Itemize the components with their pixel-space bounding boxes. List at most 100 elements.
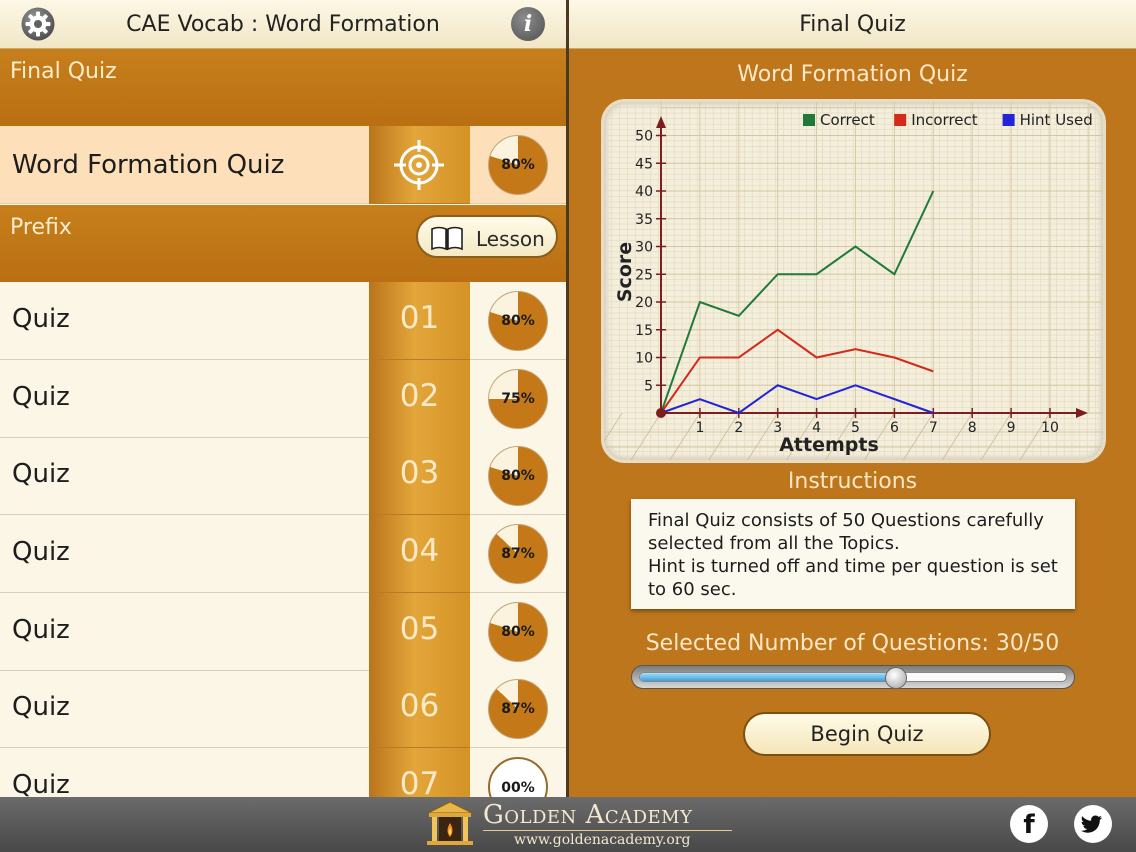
score-pie-label: 80% [501,313,535,329]
legend-swatch [803,114,815,126]
quiz-score-cell: 75% [470,360,566,438]
quiz-label: Quiz [12,304,70,334]
score-pie: 80% [488,135,548,195]
quiz-number: 02 [399,378,440,414]
y-tick-label: 25 [635,267,653,283]
panel-title: Final Quiz [799,12,906,37]
quiz-label: Quiz [12,770,70,797]
book-icon [431,226,463,251]
score-pie-label: 87% [501,546,535,562]
quiz-row-01[interactable]: Quiz 01 80% [0,282,566,360]
word-formation-quiz-label: Word Formation Quiz [12,150,285,180]
quiz-number: 05 [399,611,440,647]
begin-quiz-button[interactable]: Begin Quiz [743,712,991,756]
score-chart-svg: 51015202530354045501 2 3 4 5 6 7 8 9 10AttemptsSc… [604,102,1103,460]
brand-name: Golden Academy [483,800,693,830]
quiz-row-03[interactable]: Quiz 03 80% [0,437,566,515]
instructions-box: Final Quiz consists of 50 Questions care… [631,499,1075,609]
quiz-label: Quiz [12,615,70,645]
footer-bar: Golden Academy www.goldenacademy.org f [0,797,1136,852]
slider-track-inner [639,672,1067,682]
quiz-row-07[interactable]: Quiz 07 00% [0,748,566,797]
x-tick-label: 2 [734,420,743,436]
score-pie-label: 80% [501,157,535,173]
y-tick-label: 40 [635,184,653,200]
quiz-row-06[interactable]: Quiz 06 87% [0,670,566,748]
lesson-button[interactable]: Lesson [416,215,558,258]
score-pie-label: 87% [501,701,535,717]
quiz-score-cell: 80% [470,593,566,671]
quiz-name-cell: Quiz [0,282,369,360]
right-title-bar: Final Quiz [569,0,1136,49]
score-pie-label: 00% [501,780,535,796]
quiz-name-cell: Quiz [0,360,369,438]
x-tick-label: 1 [695,420,704,436]
x-tick-label: 9 [1007,420,1016,436]
quiz-number-cell: 02 [369,360,470,438]
twitter-icon[interactable] [1074,805,1112,843]
legend-label: Hint Used [1020,111,1093,129]
score-pie-label: 80% [501,624,535,640]
section-prefix-label: Prefix [10,215,72,240]
x-tick-label: 6 [890,420,899,436]
quiz-row-05[interactable]: Quiz 05 80% [0,593,566,671]
y-axis-arrow [656,116,666,128]
gear-icon[interactable] [21,7,55,41]
quiz-number: 07 [399,766,440,797]
facebook-icon[interactable]: f [1010,805,1048,843]
lesson-button-label: Lesson [476,227,545,251]
legend-label: Incorrect [911,111,978,129]
instructions-heading: Instructions [787,469,918,494]
origin-point [656,408,666,418]
score-pie: 80% [488,602,548,662]
word-formation-score-cell: 80% [470,126,566,204]
quiz-number-cell: 04 [369,515,470,593]
y-axis-title: Score [614,242,636,302]
legend-swatch [894,114,907,126]
word-formation-quiz-row[interactable]: Word Formation Quiz 80% [0,126,566,204]
score-pie: 87% [488,524,548,584]
quiz-name-cell: Quiz [0,748,369,797]
question-count-slider[interactable] [631,665,1075,689]
brand-url[interactable]: www.goldenacademy.org [514,832,691,848]
left-title-bar: CAE Vocab : Word Formation i [0,0,566,49]
target-cell [369,126,470,204]
quiz-row-04[interactable]: Quiz 04 87% [0,515,566,593]
y-tick-label: 5 [644,378,653,394]
quiz-score-cell: 87% [470,670,566,748]
x-tick-label: 10 [1041,420,1059,436]
y-tick-label: 35 [635,212,653,228]
quiz-score-cell: 80% [470,282,566,360]
quiz-number-cell: 05 [369,593,470,671]
quiz-number-cell: 06 [369,670,470,748]
quiz-row-02[interactable]: Quiz 02 75% [0,360,566,438]
score-pie: 87% [488,679,548,739]
quiz-name-cell: Quiz [0,670,369,748]
brand-underline [483,830,732,831]
quiz-number-cell: 03 [369,437,470,515]
x-axis-title: Attempts [779,434,879,456]
quiz-score-cell: 00% [470,748,566,797]
score-pie: 75% [488,369,548,429]
final-quiz-panel: Final Quiz Word Formation Quiz 5 10 15 20 25… [569,0,1136,797]
quiz-score-cell: 87% [470,515,566,593]
y-tick-label: 10 [635,351,653,367]
word-formation-quiz-cell: Word Formation Quiz [0,126,369,204]
y-tick-label: 15 [635,323,653,339]
quiz-number-cell: 01 [369,282,470,360]
topic-list-panel: CAE Vocab : Word Formation i Final Quiz … [0,0,566,797]
chart-heading: Word Formation Quiz [737,62,968,87]
score-pie: 80% [488,446,548,506]
score-pie: 80% [488,291,548,351]
score-chart: 5 10 15 20 25 30 35 40 45 50 1 2 3 4 5 6 7 8 9 10 Attempts Sc… [601,99,1106,463]
temple-icon[interactable] [424,799,476,849]
quiz-name-cell: Quiz [0,515,369,593]
selected-questions-label: Selected Number of Questions: 30/50 [645,631,1060,656]
quiz-number-cell: 07 [369,748,470,797]
info-icon[interactable]: i [511,7,545,41]
y-tick-label: 50 [635,129,653,145]
x-axis-arrow [1076,408,1088,418]
score-pie-label: 75% [501,391,535,407]
slider-thumb[interactable] [884,667,907,689]
app-title: CAE Vocab : Word Formation [126,12,440,37]
